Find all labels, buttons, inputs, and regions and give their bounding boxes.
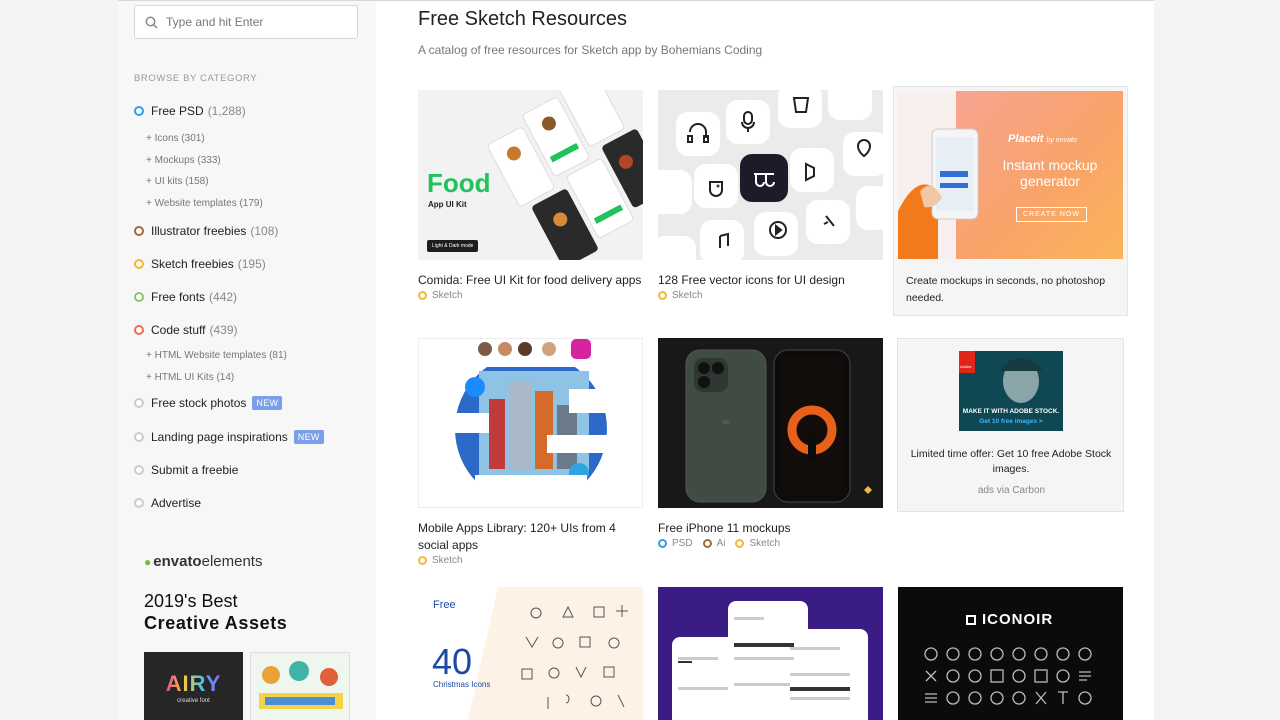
adobe-logo: Adobe [960, 364, 972, 369]
carbon-ad[interactable]: Adobe MAKE IT WITH ADOBE STOCK. Get 10 f… [897, 338, 1124, 512]
vector-icons-preview [658, 90, 883, 260]
advertise-link[interactable]: Advertise [134, 494, 364, 512]
card-tags: Sketch [658, 290, 883, 301]
sub-html-templates[interactable]: + HTML Website templates (81) [134, 345, 364, 367]
sub-icons[interactable]: + Icons (301) [134, 128, 364, 150]
category-dot-icon [134, 325, 144, 335]
sketch-dot-icon [418, 556, 427, 565]
category-dot-icon [134, 259, 144, 269]
category-dot-icon [134, 465, 144, 475]
sidebar: Type and hit Enter BROWSE BY CATEGORY Fr… [118, 1, 376, 720]
resource-card-vector-icons[interactable]: 128 Free vector icons for UI design Sket… [658, 90, 883, 301]
resource-card-christmas-icons[interactable]: Free 40 Christmas Icons [418, 587, 643, 720]
ai-dot-icon [702, 539, 712, 548]
social-apps-preview [419, 339, 642, 507]
thumb-food-pill: Light & Dark mode [427, 240, 479, 252]
tag-sketch[interactable]: Sketch [735, 538, 780, 549]
card-title[interactable]: Comida: Free UI Kit for food delivery ap… [418, 272, 643, 289]
promo-summer-thumb[interactable] [250, 652, 350, 720]
category-dot-icon [134, 498, 144, 508]
category-heading: BROWSE BY CATEGORY [134, 73, 258, 84]
sketch-dot-icon [735, 539, 745, 548]
category-illustrator[interactable]: Illustrator freebies (108) [134, 222, 364, 240]
iphone-mockup-preview [658, 338, 883, 508]
placeit-cta-button[interactable]: CREATE NOW [1016, 207, 1087, 222]
sub-mockups[interactable]: + Mockups (333) [134, 150, 364, 172]
placeit-headline: Instant mockup generator [1002, 157, 1098, 189]
promo-heading: 2019's Best Creative Assets [144, 591, 288, 633]
christmas-free-label: Free [433, 599, 456, 611]
search-placeholder: Type and hit Enter [166, 15, 264, 29]
category-dot-icon [134, 398, 144, 408]
sketch-dot-icon [658, 291, 667, 300]
psd-dot-icon [658, 539, 667, 548]
tag-sketch[interactable]: Sketch [658, 290, 703, 301]
placeit-ad-text[interactable]: Create mockups in seconds, no photoshop … [906, 273, 1116, 307]
category-free-psd[interactable]: Free PSD (1,288) [134, 102, 364, 120]
card-thumbnail[interactable] [418, 338, 643, 508]
card-thumbnail[interactable]: Free 40 Christmas Icons [418, 587, 643, 720]
christmas-sub: Christmas Icons [433, 680, 491, 689]
submit-freebie-link[interactable]: Submit a freebie [134, 461, 364, 479]
category-list: Free PSD (1,288) + Icons (301) + Mockups … [134, 102, 364, 512]
sub-ui-kits[interactable]: + UI kits (158) [134, 171, 364, 193]
adobe-banner-line1: MAKE IT WITH ADOBE STOCK. [962, 408, 1060, 415]
card-thumbnail[interactable] [658, 90, 883, 260]
resource-card-comida[interactable]: Food App UI Kit Light & Dark mode Comida… [418, 90, 643, 301]
search-icon [145, 16, 158, 29]
page-title: Free Sketch Resources [418, 8, 627, 30]
sub-website-templates[interactable]: + Website templates (179) [134, 193, 364, 215]
placeit-logo: Placeit by envato [1008, 133, 1077, 145]
sub-html-ui-kits[interactable]: + HTML UI Kits (14) [134, 367, 364, 389]
card-thumbnail[interactable] [658, 338, 883, 508]
resource-card-news-app[interactable] [658, 587, 883, 720]
placeit-ad-image[interactable]: Placeit by envato Instant mockup generat… [898, 91, 1123, 259]
placeit-ad[interactable]: Placeit by envato Instant mockup generat… [893, 86, 1128, 316]
summer-illustration [259, 661, 343, 709]
category-stock-photos[interactable]: Free stock photos NEW [134, 394, 364, 412]
resource-card-iphone-mockups[interactable]: Free iPhone 11 mockups PSD Ai Sketch [658, 338, 883, 549]
tag-psd[interactable]: PSD [658, 538, 693, 549]
category-landing-pages[interactable]: Landing page inspirations NEW [134, 428, 364, 446]
category-sketch[interactable]: Sketch freebies (195) [134, 255, 364, 273]
card-thumbnail[interactable] [658, 587, 883, 720]
category-dot-icon [134, 226, 144, 236]
card-thumbnail[interactable]: ICONOIR [898, 587, 1123, 720]
news-app-preview [658, 587, 883, 720]
christmas-number: 40 [432, 641, 473, 682]
tag-ai[interactable]: Ai [702, 538, 725, 549]
search-input[interactable]: Type and hit Enter [134, 5, 358, 39]
promo-airy-thumb[interactable]: AIRY creative font [144, 652, 243, 720]
card-tags: Sketch [418, 555, 643, 566]
card-thumbnail[interactable]: Food App UI Kit Light & Dark mode [418, 90, 643, 260]
carbon-via[interactable]: ads via Carbon [898, 485, 1125, 496]
resource-card-iconoir[interactable]: ICONOIR [898, 587, 1123, 720]
tag-sketch[interactable]: Sketch [418, 555, 463, 566]
iconoir-icon-grid [924, 647, 1092, 705]
carbon-ad-text[interactable]: Limited time offer: Get 10 free Adobe St… [906, 447, 1116, 477]
card-tags: PSD Ai Sketch [658, 538, 883, 549]
card-title[interactable]: Mobile Apps Library: 120+ UIs from 4 soc… [418, 520, 643, 554]
thumb-food-title: Food [427, 168, 491, 198]
category-dot-icon [134, 106, 144, 116]
category-dot-icon [134, 292, 144, 302]
category-code[interactable]: Code stuff (439) [134, 321, 364, 339]
page-subtitle: A catalog of free resources for Sketch a… [418, 43, 763, 57]
tag-sketch[interactable]: Sketch [418, 290, 463, 301]
leaf-icon: ● [144, 554, 152, 569]
card-title[interactable]: Free iPhone 11 mockups [658, 520, 883, 537]
new-badge: NEW [252, 396, 283, 410]
adobe-stock-banner[interactable]: Adobe MAKE IT WITH ADOBE STOCK. Get 10 f… [959, 351, 1063, 431]
category-dot-icon [134, 432, 144, 442]
resource-card-mobile-apps-library[interactable]: Mobile Apps Library: 120+ UIs from 4 soc… [418, 338, 643, 566]
sketch-dot-icon [418, 291, 427, 300]
thumb-food-sub: App UI Kit [428, 200, 467, 209]
card-tags: Sketch [418, 290, 643, 301]
envato-logo[interactable]: ● envato elements [144, 553, 262, 570]
category-fonts[interactable]: Free fonts (442) [134, 288, 364, 306]
adobe-banner-line2: Get 10 free images > [979, 418, 1043, 425]
card-title[interactable]: 128 Free vector icons for UI design [658, 272, 883, 289]
new-badge: NEW [293, 430, 324, 444]
